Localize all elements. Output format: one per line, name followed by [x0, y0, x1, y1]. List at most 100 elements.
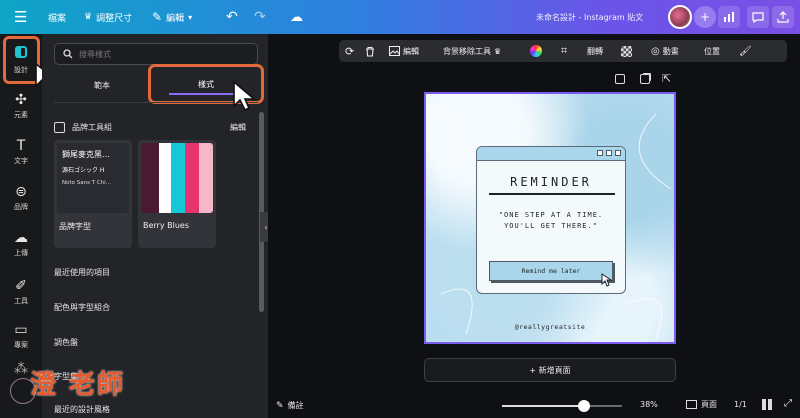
- share-icon[interactable]: [772, 6, 794, 28]
- zoom-slider-handle[interactable]: [577, 400, 590, 412]
- rail-item-label: 專案: [14, 340, 28, 349]
- undo-icon[interactable]: ↶: [226, 0, 238, 34]
- mouse-cursor-icon: [232, 80, 260, 116]
- title-underline: [489, 193, 615, 195]
- trash-icon[interactable]: [365, 40, 375, 62]
- pages-icon: [686, 400, 697, 409]
- rail-item-projects[interactable]: ▭ 專案: [0, 314, 42, 358]
- analytics-icon[interactable]: [718, 6, 740, 28]
- font-card-caption: 品牌字型: [59, 222, 91, 231]
- rotate-icon[interactable]: ⟳: [345, 40, 354, 62]
- animate-label: 動畫: [662, 46, 679, 56]
- paint-format-icon[interactable]: 🖌: [739, 40, 752, 62]
- add-page-icon[interactable]: ⇱: [662, 72, 671, 85]
- tools-icon: ✐: [15, 277, 27, 294]
- rail-item-brand[interactable]: ⊜ 品牌: [0, 176, 42, 220]
- upload-icon: ☁: [14, 229, 28, 246]
- notes-button[interactable]: ✎ 備註: [276, 400, 304, 411]
- rail-item-label: 品牌: [14, 202, 28, 211]
- brand-kit-edit-link[interactable]: 編輯: [230, 122, 246, 133]
- rail-item-label: 設計: [14, 66, 28, 74]
- redo-icon[interactable]: ↷: [254, 0, 266, 34]
- pencil-icon: ✎: [152, 10, 163, 24]
- brand-icon: ⊜: [15, 183, 27, 200]
- brand-kit-label: 品牌工具組: [72, 123, 112, 132]
- zoom-slider[interactable]: [502, 400, 622, 412]
- document-title[interactable]: 未命名設計 - Instagram 貼文: [536, 0, 643, 34]
- pages-label: 頁面: [701, 400, 717, 409]
- tab-divider: [54, 102, 258, 103]
- reminder-window: REMINDER "ONE STEP AT A TIME. YOU'LL GET…: [476, 146, 626, 294]
- position-button[interactable]: 位置: [704, 40, 720, 62]
- font-line-3: Noto Sans T Chi…: [62, 180, 112, 186]
- section-palettes[interactable]: 調色盤: [54, 337, 78, 348]
- rail-item-label: 元素: [14, 110, 28, 119]
- window-close-icon: [615, 150, 621, 156]
- design-icon: [14, 45, 28, 62]
- fullscreen-icon[interactable]: ⤢: [784, 398, 792, 409]
- chevron-down-icon: ▾: [188, 12, 193, 22]
- bg-remover-label: 背景移除工具: [443, 46, 491, 56]
- grid-view-icon[interactable]: [762, 399, 773, 410]
- share-add-icon[interactable]: +: [694, 6, 716, 28]
- flip-button[interactable]: 翻轉: [587, 40, 603, 62]
- edit-image-button[interactable]: 編輯: [389, 40, 419, 62]
- add-page-label: + 新增頁面: [529, 365, 571, 375]
- transparency-icon[interactable]: [621, 40, 632, 62]
- palette-card[interactable]: Berry Blues: [138, 140, 216, 248]
- hamburger-icon[interactable]: ☰: [14, 0, 27, 34]
- animate-button[interactable]: ◎ 動畫: [651, 40, 679, 62]
- crop-icon[interactable]: ⌗: [561, 40, 567, 62]
- remind-later-label: Remind me later: [521, 267, 581, 275]
- search-input[interactable]: [79, 49, 249, 59]
- file-menu[interactable]: 檔案: [48, 0, 66, 34]
- swatch: [159, 143, 171, 213]
- rail-item-label: 工具: [14, 296, 28, 305]
- font-line-1: 獅尾麥克黑…: [62, 150, 110, 159]
- notes-label: 備註: [287, 401, 304, 410]
- text-icon: T: [16, 137, 26, 154]
- watermark-text: 澄 老師: [30, 370, 126, 400]
- duplicate-page-icon[interactable]: [640, 74, 650, 84]
- lock-icon[interactable]: [615, 74, 625, 84]
- rail-item-upload[interactable]: ☁ 上傳: [0, 222, 42, 266]
- cursor-graphic-icon: [601, 273, 613, 287]
- section-combos[interactable]: 配色與字型組合: [54, 302, 110, 313]
- brand-font-card[interactable]: 獅尾麥克黑… 源石ゴシック H Noto Sans T Chi… 品牌字型: [54, 140, 132, 248]
- rail-item-text[interactable]: T 文字: [0, 130, 42, 174]
- font-line-2: 源石ゴシック H: [62, 167, 105, 174]
- section-recent-styles[interactable]: 最近的設計風格: [54, 404, 110, 415]
- swatch: [141, 143, 160, 213]
- add-page-button[interactable]: + 新增頁面: [424, 358, 676, 382]
- tab-styles-label: 樣式: [198, 79, 214, 89]
- animate-icon: ◎: [651, 45, 660, 57]
- comment-icon[interactable]: [747, 6, 769, 28]
- font-preview: 獅尾麥克黑… 源石ゴシック H Noto Sans T Chi…: [57, 143, 129, 213]
- pages-button[interactable]: 頁面: [686, 399, 717, 410]
- window-title-bar: [477, 147, 625, 161]
- resize-button[interactable]: ♛ 調整尺寸: [84, 0, 132, 34]
- edit-image-label: 編輯: [403, 46, 419, 56]
- design-canvas[interactable]: REMINDER "ONE STEP AT A TIME. YOU'LL GET…: [424, 92, 676, 344]
- cloud-save-icon[interactable]: ☁: [290, 0, 303, 34]
- page-count[interactable]: 1/1: [734, 400, 747, 409]
- quote-line-1: "ONE STEP AT A TIME.: [498, 211, 604, 219]
- zoom-value[interactable]: 38%: [640, 400, 658, 409]
- swatch: [184, 143, 199, 213]
- elements-icon: ✣: [15, 91, 27, 108]
- remind-later-button: Remind me later: [489, 261, 613, 281]
- section-recent[interactable]: 最近使用的項目: [54, 267, 110, 278]
- avatar[interactable]: [668, 5, 692, 29]
- window-minimize-icon: [597, 150, 603, 156]
- rail-item-tools[interactable]: ✐ 工具: [0, 270, 42, 314]
- edit-mode-button[interactable]: ✎ 編輯 ▾: [152, 0, 192, 34]
- search-icon: [63, 49, 73, 59]
- swatch: [198, 143, 213, 213]
- search-box[interactable]: [54, 43, 258, 65]
- reminder-title: REMINDER: [510, 175, 592, 189]
- tab-templates[interactable]: 範本: [94, 80, 110, 91]
- brand-kit-icon: [54, 122, 65, 133]
- bg-remover-button[interactable]: 背景移除工具 ♛: [443, 40, 501, 62]
- swatch: [170, 143, 185, 213]
- color-wheel-icon[interactable]: [530, 40, 542, 62]
